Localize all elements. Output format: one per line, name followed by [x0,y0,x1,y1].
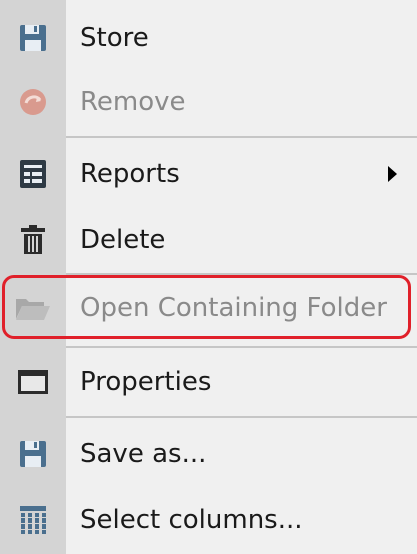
menu-item-open-containing-folder[interactable]: Open Containing Folder [0,277,417,339]
menu-item-label: Select columns... [80,505,303,535]
menu-item-store[interactable]: Store [0,6,417,70]
menu-item-properties[interactable]: Properties [0,350,417,414]
trash-icon [0,208,66,272]
menu-separator [66,346,417,348]
menu-item-reports[interactable]: Reports [0,142,417,206]
window-icon [0,350,66,414]
menu-item-label: Delete [80,225,166,255]
menu-item-delete[interactable]: Delete [0,208,417,272]
remove-circle-icon [0,70,66,134]
menu-item-label: Open Containing Folder [80,293,387,323]
context-menu: Store Remove Reports Delete Open Contain… [0,0,417,554]
menu-item-label: Remove [80,87,186,117]
menu-item-label: Save as... [80,439,207,469]
menu-item-select-columns[interactable]: Select columns... [0,488,417,552]
menu-item-label: Reports [80,159,180,189]
floppy-disk-icon [0,422,66,486]
columns-icon [0,488,66,552]
menu-separator [66,136,417,138]
menu-item-label: Store [80,23,149,53]
menu-separator [66,416,417,418]
folder-open-icon [0,277,66,339]
menu-item-remove[interactable]: Remove [0,70,417,134]
report-icon [0,142,66,206]
floppy-disk-icon [0,6,66,70]
submenu-arrow-icon [388,166,397,182]
menu-item-save-as[interactable]: Save as... [0,422,417,486]
menu-item-label: Properties [80,367,212,397]
menu-separator [66,273,417,275]
